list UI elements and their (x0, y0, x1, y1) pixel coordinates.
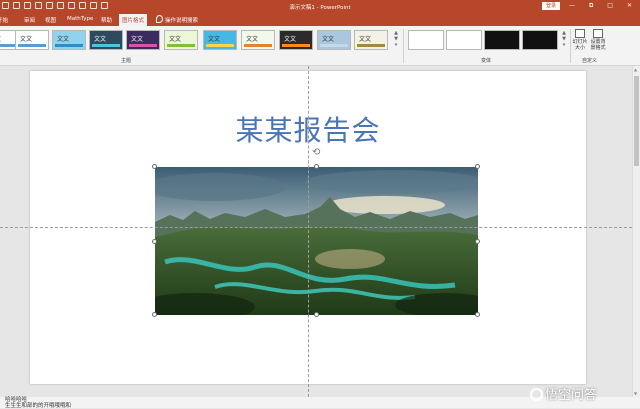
tab-picture-format[interactable]: 图片格式 (119, 14, 148, 26)
style-thumbnail[interactable]: 文文 (279, 30, 313, 50)
style-thumbnail[interactable]: 文文 (52, 30, 86, 50)
style-thumbnail[interactable]: 文文 (15, 30, 49, 50)
scroll-up-icon[interactable]: ▲ (634, 67, 637, 72)
style-thumbnail[interactable]: 文文 (317, 30, 351, 50)
style-thumbnail[interactable]: 文文 (89, 30, 123, 50)
variant-thumbnail[interactable] (522, 30, 558, 50)
vertical-scrollbar[interactable]: ▲ ▼ (632, 66, 640, 397)
vertical-guide[interactable] (308, 66, 309, 397)
group-label-variant: 变体 (481, 58, 492, 64)
login-button[interactable]: 登录 (542, 2, 560, 10)
style-thumbnail[interactable]: 文文 (354, 30, 388, 50)
format-background-icon (593, 29, 603, 38)
group-separator (403, 29, 404, 63)
close-icon[interactable]: ✕ (627, 2, 632, 10)
maximize-icon[interactable]: □ (607, 2, 613, 10)
tab-view[interactable]: 视图 (45, 16, 56, 24)
ribbon-display-icon[interactable]: ⧉ (589, 2, 593, 10)
landscape-picture[interactable] (155, 167, 478, 315)
tab-mathtype[interactable]: MathType (67, 16, 93, 22)
gallery-scroll[interactable]: ▲ ▼ ▾ (392, 30, 400, 50)
ribbon: 文文 文文 文文 文文 文文 文文 文文 文文 文文 文文 文文 ▲▼▾ ▲▼▾… (0, 26, 640, 66)
watermark-logo-icon (530, 388, 543, 401)
tab-review[interactable]: 审阅 (24, 16, 35, 24)
style-thumbnail[interactable]: 文文 (241, 30, 275, 50)
variant-thumbnail[interactable] (408, 30, 444, 50)
resize-handle[interactable] (475, 164, 480, 169)
scroll-down-icon[interactable]: ▼ (634, 391, 637, 396)
title-bar: 演示文稿1 - PowerPoint 登录 — ⧉ □ ✕ (0, 0, 640, 13)
resize-handle[interactable] (475, 239, 480, 244)
minimize-icon[interactable]: — (569, 2, 575, 10)
variant-scroll[interactable]: ▲ ▼ ▾ (560, 30, 568, 50)
slide-size-button[interactable]: 幻灯片大小 (572, 29, 588, 51)
resize-handle[interactable] (152, 239, 157, 244)
format-background-button[interactable]: 设置背景格式 (590, 29, 606, 51)
resize-handle[interactable] (475, 312, 480, 317)
resize-handle[interactable] (314, 164, 319, 169)
style-thumbnail[interactable]: 文文 (126, 30, 160, 50)
slide-size-icon (575, 29, 585, 38)
resize-handle[interactable] (152, 312, 157, 317)
horizontal-guide[interactable] (0, 227, 632, 228)
group-label-theme: 主题 (121, 58, 132, 64)
scrollbar-thumb[interactable] (634, 76, 639, 166)
tell-me-search[interactable]: 操作说明搜索 (165, 16, 198, 24)
variant-thumbnail[interactable] (446, 30, 482, 50)
resize-handle[interactable] (152, 164, 157, 169)
ribbon-tabs: 开始 审阅 视图 MathType 帮助 图片格式 操作说明搜索 (0, 13, 640, 26)
lightbulb-icon (156, 15, 163, 23)
style-thumbnail[interactable]: 文文 (164, 30, 198, 50)
landscape-picture-graphic (155, 167, 478, 315)
resize-handle[interactable] (314, 312, 319, 317)
watermark: 悟空问答 (530, 384, 597, 403)
slide-editing-area[interactable]: 某某报告会 ⟲ (0, 66, 640, 397)
group-label-customize: 自定义 (582, 58, 598, 64)
variant-thumbnail[interactable] (484, 30, 520, 50)
tab-help[interactable]: 帮助 (101, 16, 112, 24)
window-controls: — ⧉ □ ✕ (569, 2, 632, 10)
tab-home[interactable]: 开始 (0, 16, 8, 24)
group-separator (570, 29, 571, 63)
rotate-handle-icon[interactable]: ⟲ (312, 148, 322, 158)
style-thumbnail[interactable]: 文文 (203, 30, 237, 50)
